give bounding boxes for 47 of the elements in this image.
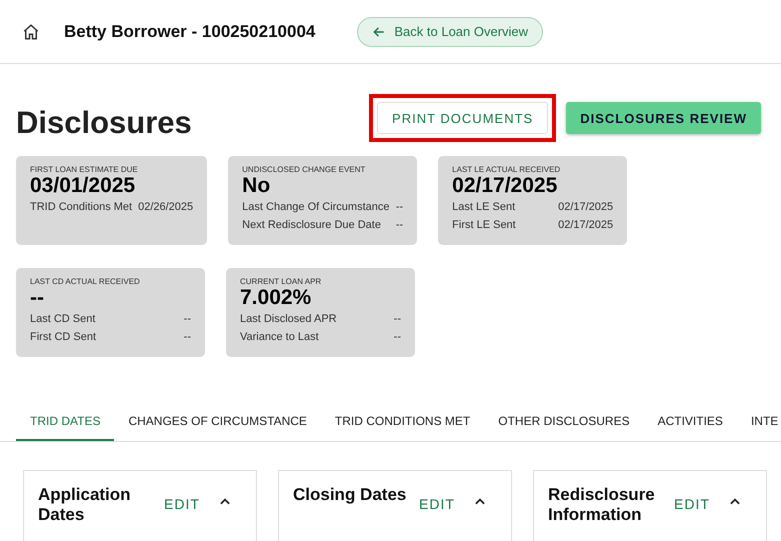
review-button[interactable]: DISCLOSURES REVIEW bbox=[566, 102, 761, 134]
card-value: No bbox=[242, 174, 272, 198]
panel-title: Redisclosure Information bbox=[548, 485, 656, 525]
detail-label: Last CD Sent bbox=[30, 312, 96, 327]
edit-link[interactable]: EDIT bbox=[668, 495, 716, 513]
detail-value: -- bbox=[184, 330, 191, 345]
panel-title: Closing Dates bbox=[293, 485, 408, 505]
card-value: 02/17/2025 bbox=[452, 174, 558, 198]
detail-label: TRID Conditions Met bbox=[30, 200, 132, 215]
detail-value: -- bbox=[396, 218, 404, 233]
card-label: CURRENT LOAN APR bbox=[240, 277, 322, 286]
tab[interactable]: CHANGES OF CIRCUMSTANCE bbox=[114, 404, 321, 441]
edit-link[interactable]: EDIT bbox=[413, 495, 461, 513]
page-title: Disclosures bbox=[16, 105, 193, 141]
tab[interactable]: OTHER DISCLOSURES bbox=[484, 404, 644, 441]
card-value: -- bbox=[30, 286, 45, 310]
tab[interactable]: TRID DATES bbox=[16, 404, 114, 441]
detail-label: Next Redisclosure Due Date bbox=[242, 218, 381, 233]
card-value: 03/01/2025 bbox=[30, 174, 136, 198]
detail-value: -- bbox=[394, 312, 401, 327]
card-label: LAST LE ACTUAL RECEIVED bbox=[452, 165, 562, 174]
detail-label: First CD Sent bbox=[30, 330, 96, 345]
page-header-title: Betty Borrower - 100250210004 bbox=[64, 22, 316, 42]
detail-value: 02/26/2025 bbox=[138, 200, 194, 215]
panel-title: Application Dates bbox=[38, 485, 132, 525]
tab[interactable]: TRID CONDITIONS MET bbox=[320, 404, 484, 441]
arrow-left-icon bbox=[372, 24, 386, 38]
detail-value: -- bbox=[394, 330, 401, 345]
card-label: UNDISCLOSED CHANGE EVENT bbox=[242, 165, 366, 174]
detail-label: Last LE Sent bbox=[452, 200, 516, 215]
tab[interactable]: ACTIVITIES bbox=[644, 404, 737, 441]
detail-label: Variance to Last bbox=[240, 330, 319, 345]
detail-value: 02/17/2025 bbox=[558, 218, 614, 233]
detail-label: Last Change Of Circumstance bbox=[242, 200, 390, 215]
detail-value: 02/17/2025 bbox=[558, 200, 614, 215]
back-button[interactable]: Back to Loan Overview bbox=[357, 16, 544, 46]
tab[interactable]: INTE bbox=[736, 404, 781, 441]
detail-value: -- bbox=[396, 200, 404, 215]
home-icon[interactable] bbox=[22, 22, 40, 40]
detail-label: First LE Sent bbox=[452, 218, 516, 233]
edit-link[interactable]: EDIT bbox=[158, 495, 206, 513]
detail-value: -- bbox=[184, 312, 191, 327]
card-label: FIRST LOAN ESTIMATE DUE bbox=[30, 165, 139, 174]
detail-label: Last Disclosed APR bbox=[240, 312, 337, 327]
card-value: 7.002% bbox=[240, 286, 312, 310]
card-label: LAST CD ACTUAL RECEIVED bbox=[30, 277, 141, 286]
print-button[interactable]: PRINT DOCUMENTS bbox=[377, 102, 548, 134]
